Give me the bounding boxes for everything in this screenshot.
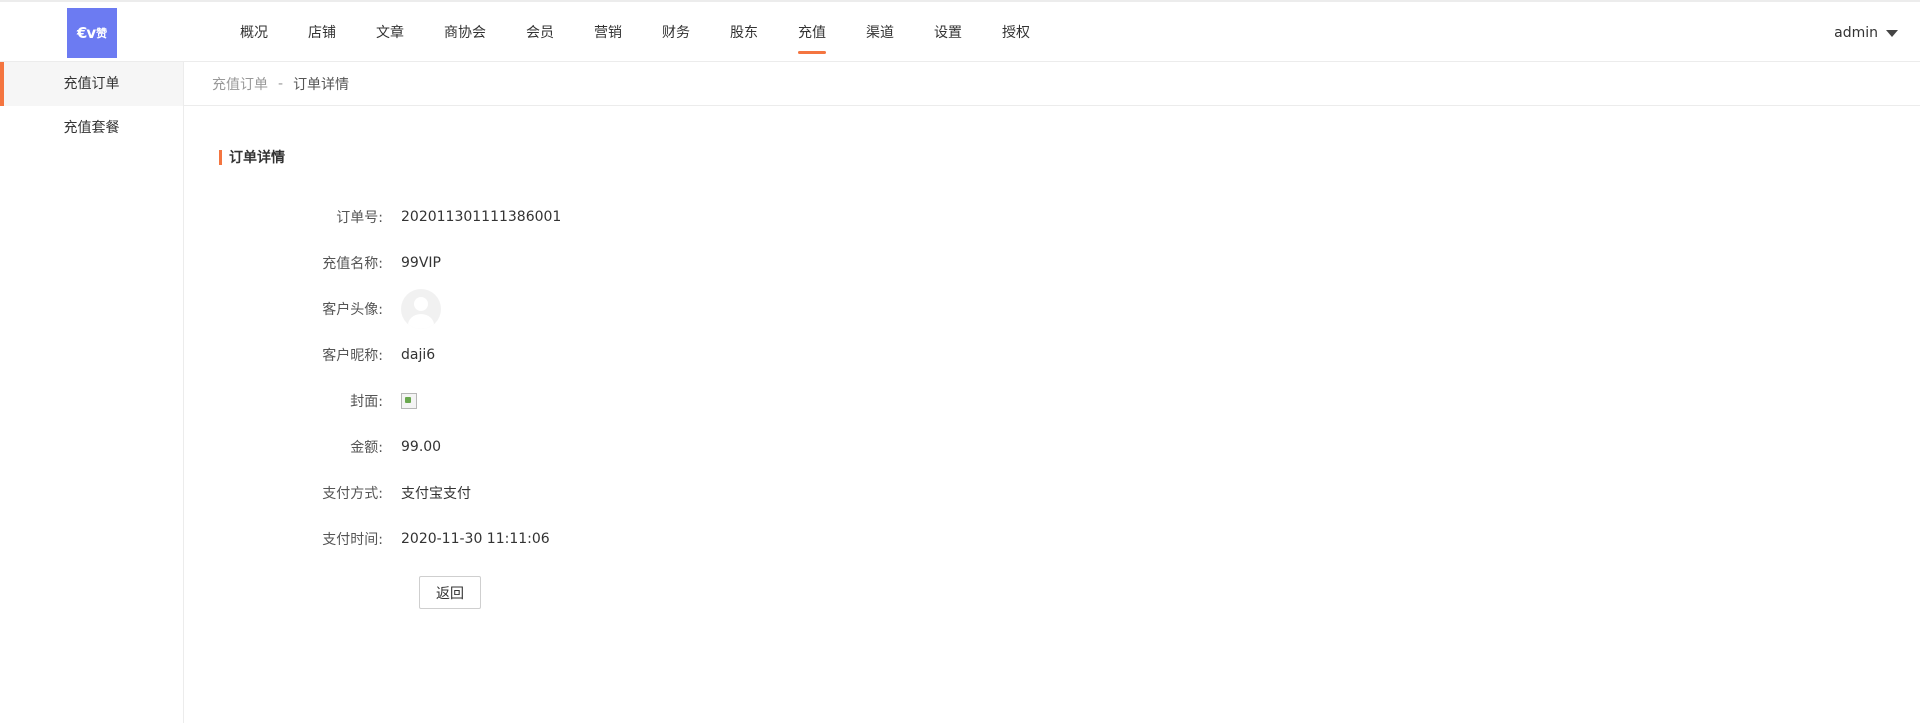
caret-down-icon bbox=[1886, 29, 1898, 37]
field-label: 充值名称: bbox=[322, 256, 383, 272]
nav-item-chamber[interactable]: 商协会 bbox=[444, 2, 486, 64]
back-button[interactable]: 返回 bbox=[419, 576, 481, 609]
breadcrumb-current: 订单详情 bbox=[293, 76, 350, 93]
field-label: 客户昵称: bbox=[322, 348, 383, 364]
user-menu[interactable]: admin bbox=[1834, 2, 1898, 64]
top-header: €v 赞 概况 店铺 文章 商协会 会员 营销 财务 股东 充值 渠道 设置 授… bbox=[0, 0, 1920, 62]
order-detail-form: 订单号: 202011301111386001 充值名称: 99VIP 客户头像… bbox=[219, 194, 561, 562]
field-value: 99.00 bbox=[401, 439, 442, 455]
field-nickname: 客户昵称: daji6 bbox=[219, 332, 561, 378]
broken-image-icon bbox=[401, 393, 417, 409]
nav-item-overview[interactable]: 概况 bbox=[240, 2, 268, 64]
nav-item-settings[interactable]: 设置 bbox=[934, 2, 962, 64]
field-cover: 封面: bbox=[219, 378, 561, 424]
field-label: 客户头像: bbox=[322, 302, 383, 318]
field-package-name: 充值名称: 99VIP bbox=[219, 240, 561, 286]
nav-item-license[interactable]: 授权 bbox=[1002, 2, 1030, 64]
logo-text: 赞 bbox=[96, 27, 108, 40]
logo-mark: €v bbox=[76, 24, 96, 42]
field-value: daji6 bbox=[401, 347, 436, 363]
breadcrumb-separator: - bbox=[278, 75, 284, 92]
field-label: 封面: bbox=[350, 394, 383, 410]
nav-item-shops[interactable]: 店铺 bbox=[308, 2, 336, 64]
field-pay-time: 支付时间: 2020-11-30 11:11:06 bbox=[219, 516, 561, 562]
nav-item-members[interactable]: 会员 bbox=[526, 2, 554, 64]
nav-item-marketing[interactable]: 营销 bbox=[594, 2, 622, 64]
field-label: 订单号: bbox=[336, 210, 383, 226]
field-value: 支付宝支付 bbox=[401, 486, 471, 502]
sidebar: 充值订单 充值套餐 bbox=[0, 62, 184, 723]
field-avatar: 客户头像: bbox=[219, 286, 561, 332]
logo[interactable]: €v 赞 bbox=[67, 8, 117, 58]
breadcrumb-parent[interactable]: 充值订单 bbox=[212, 74, 268, 94]
field-value: 202011301111386001 bbox=[401, 209, 562, 225]
avatar-placeholder-icon bbox=[401, 289, 441, 329]
field-pay-method: 支付方式: 支付宝支付 bbox=[219, 470, 561, 516]
nav-item-channels[interactable]: 渠道 bbox=[866, 2, 894, 64]
field-amount: 金额: 99.00 bbox=[219, 424, 561, 470]
title-accent-bar bbox=[219, 149, 222, 165]
section-title: 订单详情 bbox=[219, 149, 285, 166]
sidebar-item-recharge-packages[interactable]: 充值套餐 bbox=[0, 106, 183, 150]
nav-item-articles[interactable]: 文章 bbox=[376, 2, 404, 64]
field-label: 支付时间: bbox=[322, 532, 383, 548]
main-nav: 概况 店铺 文章 商协会 会员 营销 财务 股东 充值 渠道 设置 授权 bbox=[240, 2, 1070, 64]
field-order-no: 订单号: 202011301111386001 bbox=[219, 194, 561, 240]
field-value: 99VIP bbox=[401, 255, 441, 271]
breadcrumb: 充值订单 - 订单详情 bbox=[184, 62, 1920, 106]
nav-item-shareholders[interactable]: 股东 bbox=[730, 2, 758, 64]
field-label: 支付方式: bbox=[322, 486, 383, 502]
nav-item-recharge[interactable]: 充值 bbox=[798, 2, 826, 64]
sidebar-item-recharge-orders[interactable]: 充值订单 bbox=[0, 62, 183, 106]
section-title-text: 订单详情 bbox=[229, 150, 285, 166]
field-label: 金额: bbox=[350, 440, 383, 456]
nav-item-finance[interactable]: 财务 bbox=[662, 2, 690, 64]
field-value: 2020-11-30 11:11:06 bbox=[401, 531, 550, 547]
user-name: admin bbox=[1834, 25, 1878, 41]
